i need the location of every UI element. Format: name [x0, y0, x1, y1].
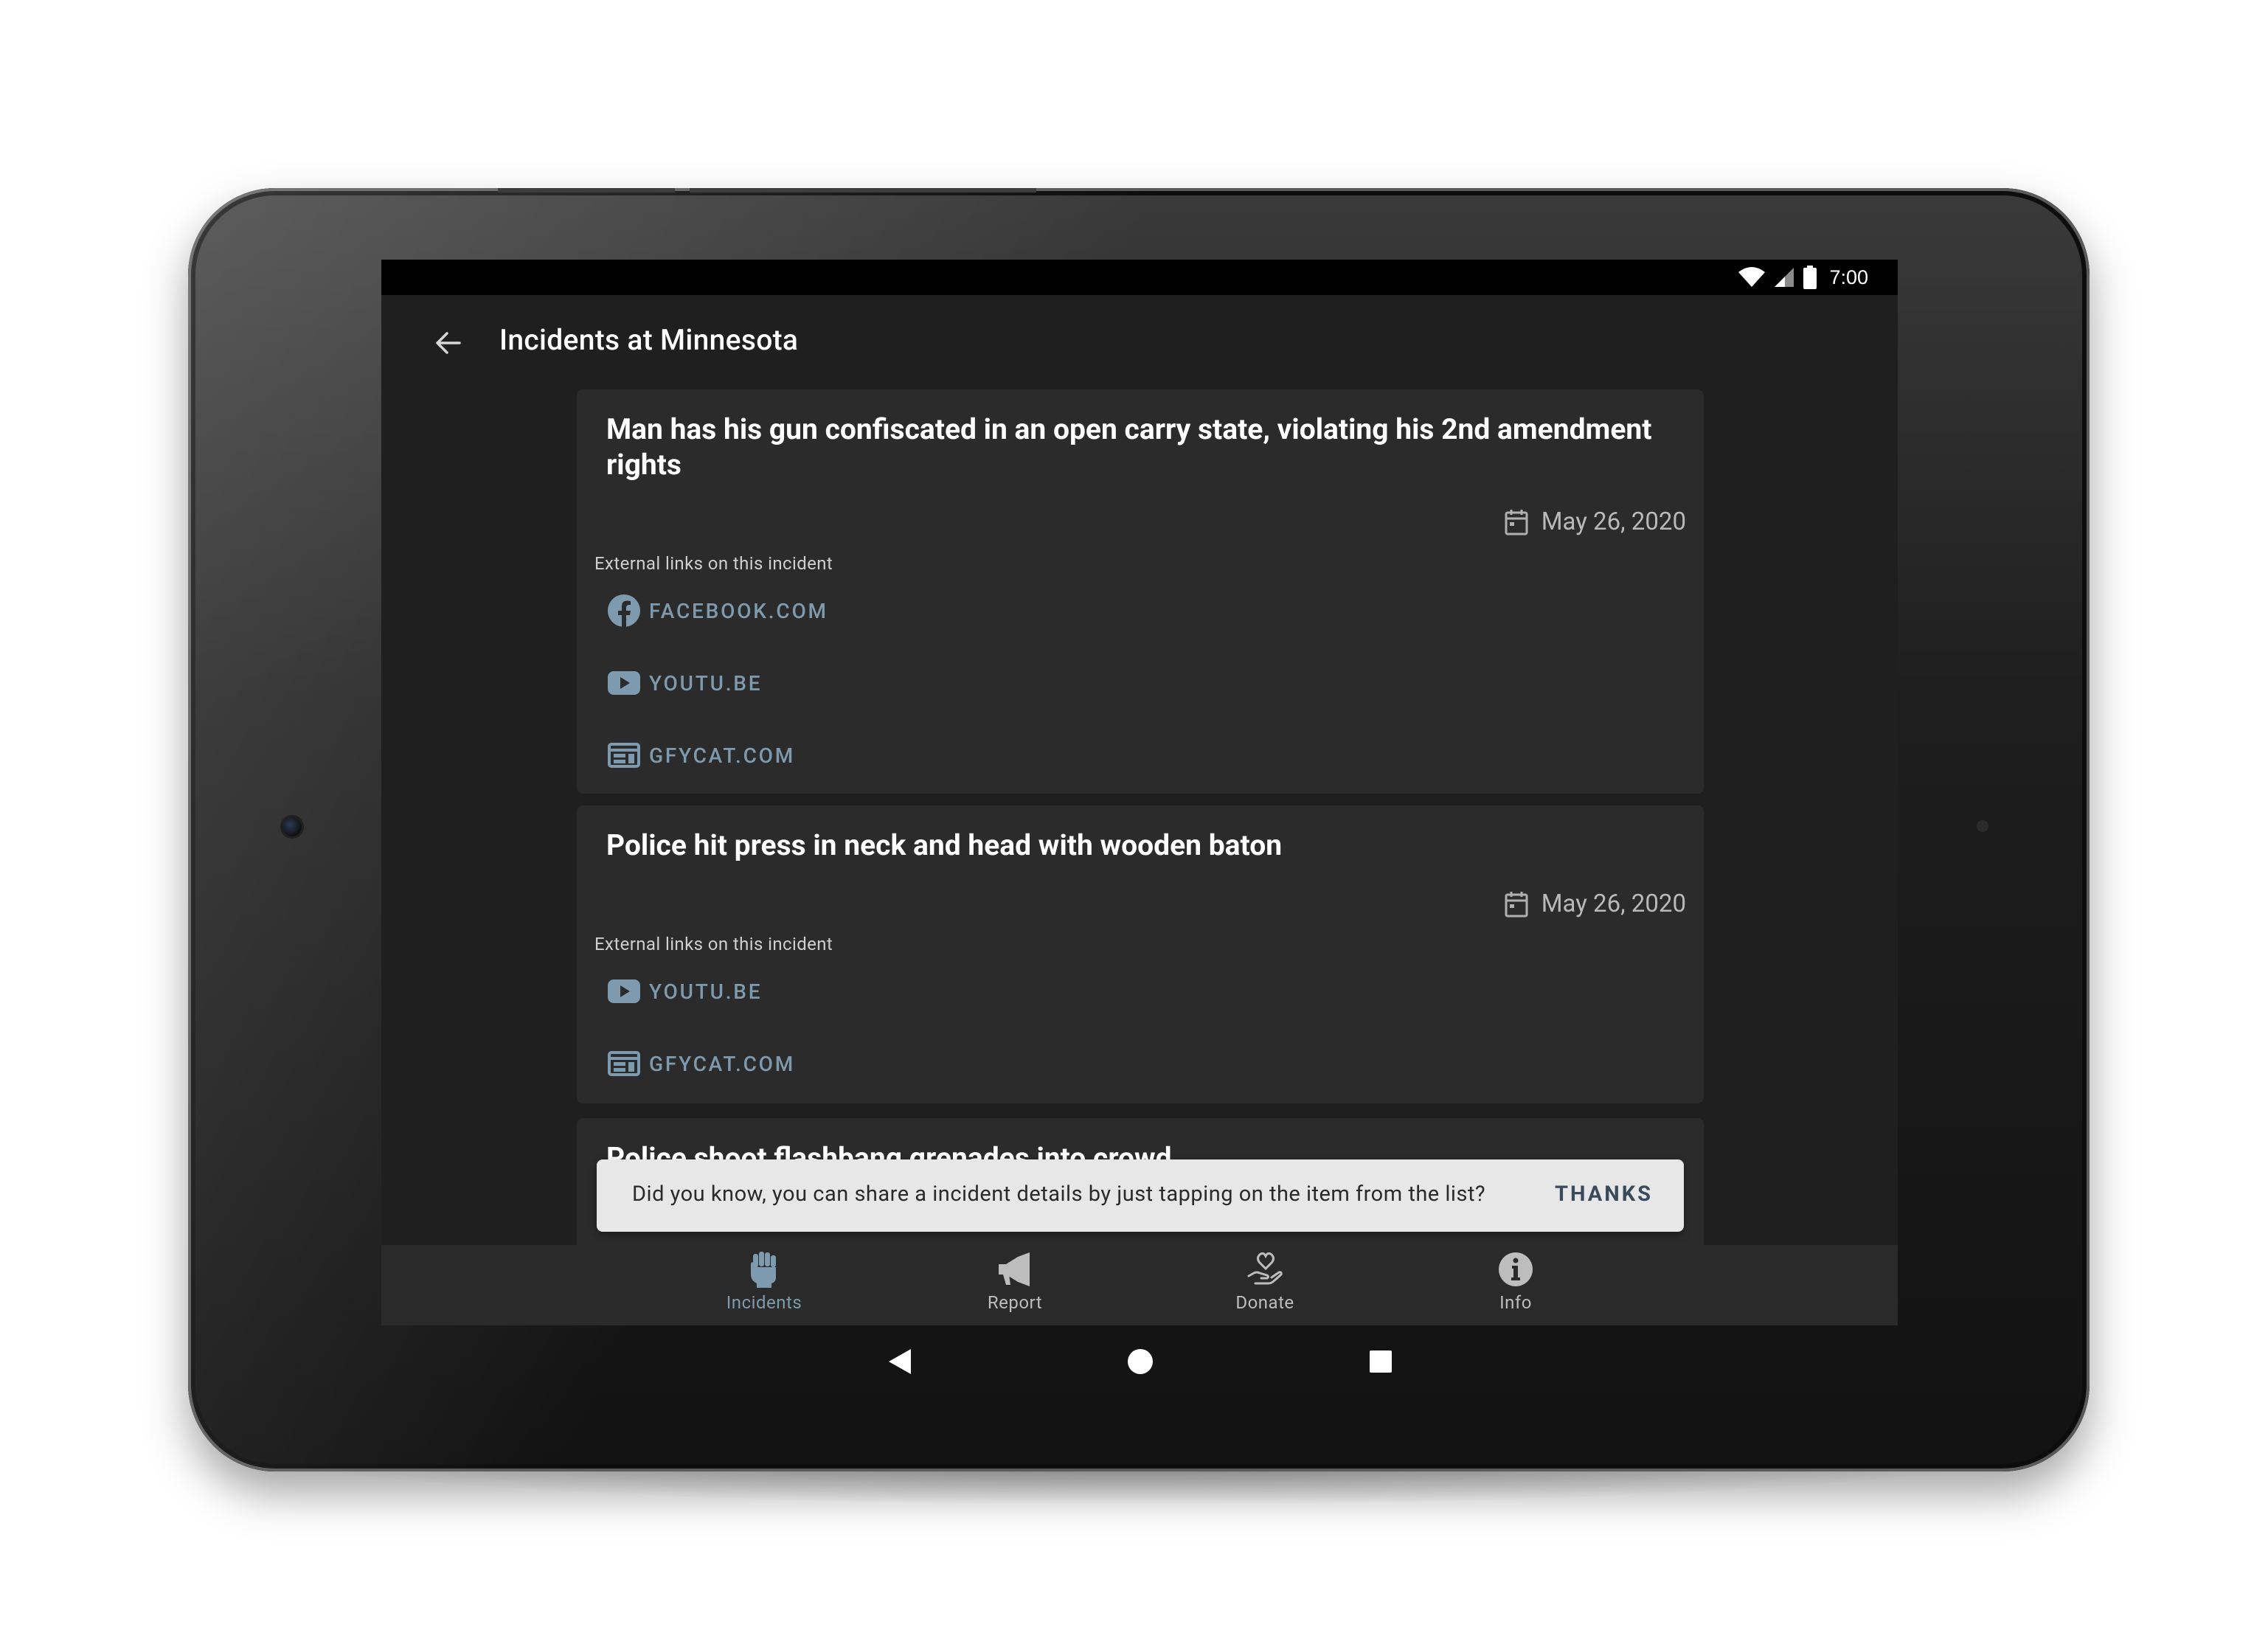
page-title: Incidents at Minnesota — [499, 323, 799, 357]
nav-donate-label: Donate — [1235, 1292, 1294, 1313]
incident-date: May 26, 2020 — [1505, 507, 1686, 536]
system-back-button[interactable] — [887, 1348, 912, 1379]
snackbar-message: Did you know, you can share a incident d… — [632, 1182, 1486, 1207]
link-facebook[interactable]: FACEBOOK.COM — [606, 593, 828, 628]
calendar-icon — [1505, 509, 1528, 535]
bottom-navigation: Incidents Report Donate Info — [381, 1245, 1898, 1325]
volume-button — [690, 188, 1036, 193]
heart-hand-icon — [1247, 1252, 1283, 1285]
incident-title: Man has his gun confiscated in an open c… — [606, 412, 1652, 482]
circle-home-icon — [1128, 1349, 1153, 1374]
screen: 7:00 Incidents at Minnesota Man has his … — [381, 260, 1898, 1325]
status-time: 7:00 — [1829, 266, 1868, 288]
link-gfycat[interactable]: GFYCAT.COM — [606, 738, 795, 773]
link-youtube-label: YOUTU.BE — [649, 979, 763, 1004]
system-home-button[interactable] — [1126, 1348, 1154, 1379]
nav-info-label: Info — [1499, 1292, 1532, 1313]
snackbar-thanks-button[interactable]: THANKS — [1555, 1182, 1653, 1207]
incident-date: May 26, 2020 — [1505, 890, 1686, 918]
incident-title: Police hit press in neck and head with w… — [606, 828, 1283, 862]
battery-icon — [1803, 266, 1817, 289]
link-youtube[interactable]: YOUTU.BE — [606, 665, 762, 701]
link-gfycat[interactable]: GFYCAT.COM — [606, 1046, 795, 1081]
megaphone-icon — [999, 1252, 1030, 1286]
incident-card[interactable]: Police hit press in neck and head with w… — [577, 805, 1704, 1103]
facebook-icon — [608, 594, 640, 627]
back-button[interactable] — [418, 325, 477, 361]
app-bar: Incidents at Minnesota — [381, 295, 1898, 389]
system-recents-button[interactable] — [1368, 1349, 1393, 1377]
calendar-icon — [1505, 891, 1528, 917]
light-sensor — [1977, 820, 1988, 832]
nav-incidents[interactable]: Incidents — [683, 1251, 845, 1322]
incident-date-text: May 26, 2020 — [1541, 890, 1686, 918]
power-button — [498, 188, 675, 193]
web-icon — [608, 1051, 640, 1076]
wifi-icon — [1738, 267, 1766, 287]
incident-card[interactable]: Man has his gun confiscated in an open c… — [577, 389, 1704, 794]
incident-list[interactable]: Man has his gun confiscated in an open c… — [381, 389, 1898, 1245]
raised-fist-icon — [751, 1252, 776, 1288]
info-icon — [1499, 1252, 1533, 1286]
status-icons: 7:00 — [1738, 264, 1868, 291]
nav-incidents-label: Incidents — [726, 1292, 802, 1313]
nav-info[interactable]: Info — [1435, 1251, 1597, 1322]
triangle-back-icon — [889, 1349, 911, 1374]
web-icon — [608, 743, 640, 768]
cell-signal-icon — [1775, 268, 1794, 287]
youtube-icon — [608, 671, 640, 695]
status-bar: 7:00 — [381, 260, 1898, 295]
nav-report-label: Report — [987, 1292, 1043, 1313]
link-gfycat-label: GFYCAT.COM — [649, 743, 796, 768]
snackbar: Did you know, you can share a incident d… — [597, 1159, 1684, 1232]
external-links-label: External links on this incident — [594, 553, 833, 574]
incident-date-text: May 26, 2020 — [1541, 507, 1686, 536]
youtube-icon — [608, 979, 640, 1003]
external-links-label: External links on this incident — [594, 934, 833, 954]
link-youtube[interactable]: YOUTU.BE — [606, 974, 762, 1009]
system-navigation-bar — [381, 1325, 1898, 1399]
nav-report[interactable]: Report — [934, 1251, 1096, 1322]
square-recents-icon — [1370, 1350, 1392, 1373]
arrow-back-icon — [436, 332, 461, 354]
front-camera — [282, 817, 302, 836]
link-gfycat-label: GFYCAT.COM — [649, 1051, 796, 1076]
link-youtube-label: YOUTU.BE — [649, 670, 763, 696]
nav-donate[interactable]: Donate — [1184, 1251, 1346, 1322]
link-facebook-label: FACEBOOK.COM — [649, 598, 828, 623]
